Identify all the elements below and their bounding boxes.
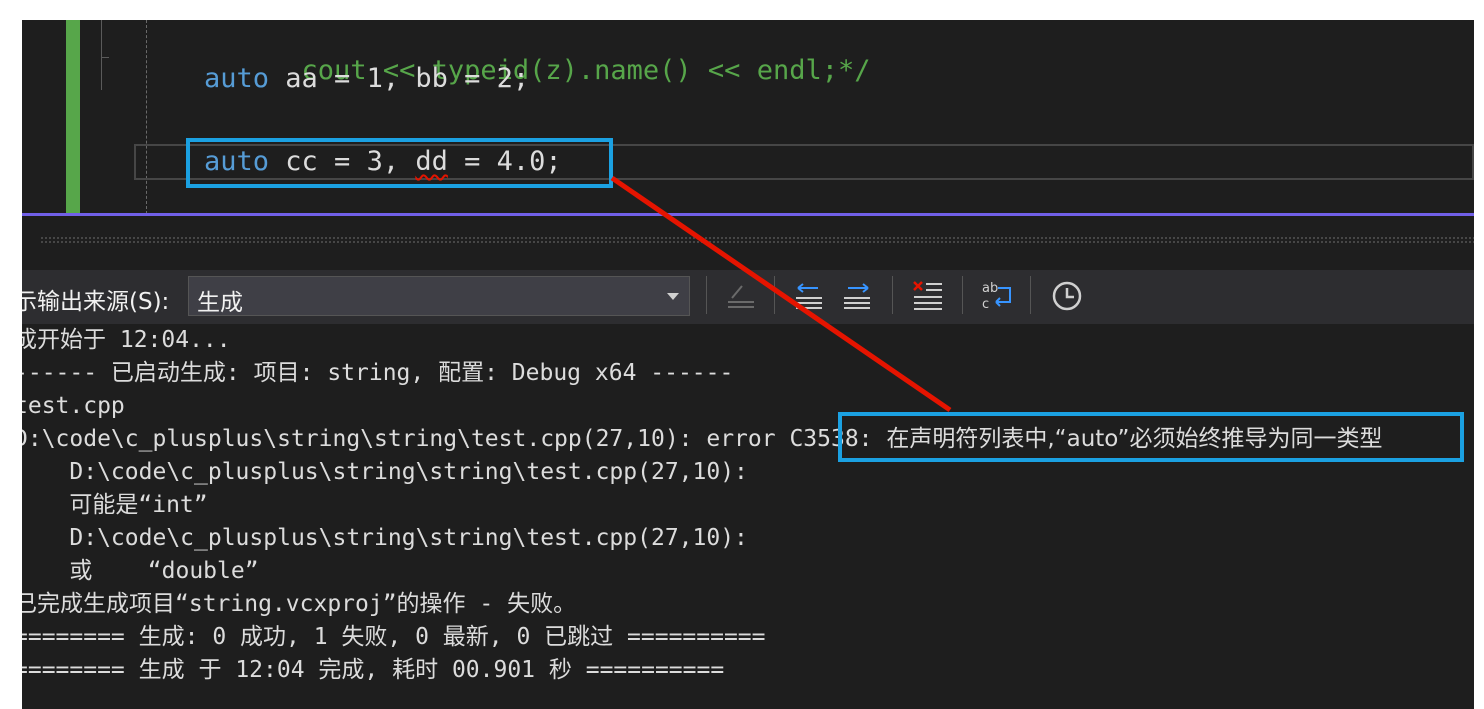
output-line: D:\code\c_plusplus\string\string\test.cp… xyxy=(22,459,748,485)
output-source-label: 示输出来源(S): xyxy=(22,289,170,315)
code-highlight-box xyxy=(186,138,613,188)
svg-text:c: c xyxy=(982,297,989,312)
change-tracking-bar xyxy=(66,20,80,214)
toolbar-separator xyxy=(706,276,707,314)
output-line: 可能是“int” xyxy=(22,492,208,518)
svg-text:ab: ab xyxy=(982,281,998,296)
output-line: 已完成生成项目“string.vcxproj”的操作 - 失败。 xyxy=(22,591,577,617)
toolbar-separator xyxy=(774,276,775,314)
code-line-2[interactable]: auto aa = 1, bb = 2; xyxy=(204,62,529,96)
output-source-dropdown[interactable]: 生成 xyxy=(188,276,690,316)
code-text: aa = 1, bb = 2; xyxy=(269,63,530,94)
output-line: D:\code\c_plusplus\string\string\test.cp… xyxy=(22,525,748,551)
editor-splitter[interactable] xyxy=(22,213,1474,216)
chevron-down-icon xyxy=(667,293,679,300)
go-to-previous-message-icon[interactable] xyxy=(788,276,830,316)
output-toolbar: 示输出来源(S): 生成 ab c xyxy=(22,270,1474,324)
indent-guide xyxy=(146,20,147,214)
output-line: ------ 已启动生成: 项目: string, 配置: Debug x64 … xyxy=(22,360,734,386)
output-line: ======== 生成: 0 成功, 1 失败, 0 最新, 0 已跳过 ===… xyxy=(22,624,766,650)
word-wrap-icon[interactable]: ab c xyxy=(976,276,1018,316)
find-message-icon[interactable] xyxy=(720,276,762,316)
output-line: ======== 生成 于 12:04 完成, 耗时 00.901 秒 ====… xyxy=(22,657,725,683)
output-line: test.cpp xyxy=(22,393,125,419)
panel-gripper[interactable] xyxy=(40,236,1474,244)
toolbar-separator xyxy=(962,276,963,314)
outline-fold-line xyxy=(101,20,102,90)
toolbar-separator xyxy=(892,276,893,314)
visual-studio-window: cout << typeid(z).name() << endl;*/ auto… xyxy=(22,20,1474,709)
error-highlight-box xyxy=(838,412,1464,462)
output-line: 成开始于 12:04... xyxy=(22,327,231,353)
error-location: D:\code\c_plusplus\string\string\test.cp… xyxy=(22,426,887,452)
output-line: 或 “double” xyxy=(22,558,259,584)
output-source-value: 生成 xyxy=(197,290,243,316)
go-to-next-message-icon[interactable] xyxy=(836,276,878,316)
toolbar-separator xyxy=(1030,276,1031,314)
output-window[interactable]: 成开始于 12:04... ------ 已启动生成: 项目: string, … xyxy=(22,324,1474,709)
clear-all-icon[interactable] xyxy=(906,276,948,316)
outline-fold-tick xyxy=(101,57,109,58)
history-icon[interactable] xyxy=(1046,276,1088,316)
keyword-auto: auto xyxy=(204,63,270,94)
